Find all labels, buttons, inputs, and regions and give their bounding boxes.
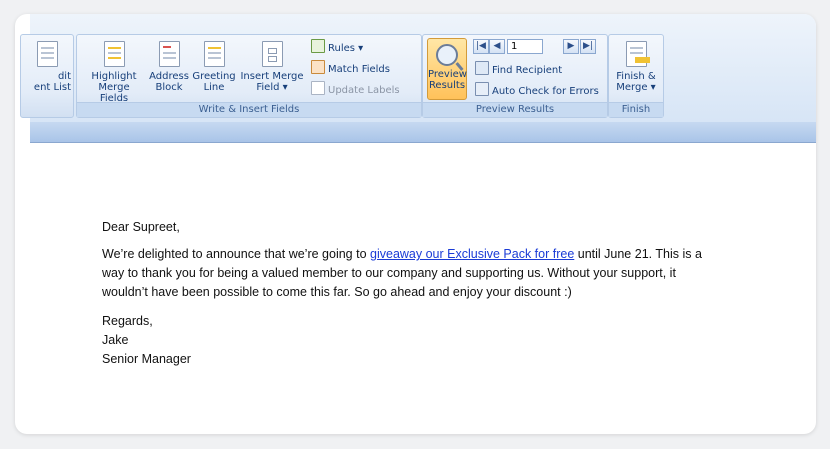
greeting-line-button[interactable]: Greeting Line: [192, 41, 236, 93]
first-record-icon: |◀: [476, 41, 486, 51]
greeting-line: Dear Supreet,: [102, 220, 180, 234]
signature-block: Regards, Jake Senior Manager: [102, 312, 702, 369]
group-label-write-insert: Write & Insert Fields: [77, 102, 421, 117]
offer-link[interactable]: giveaway our Exclusive Pack for free: [370, 247, 574, 261]
button-label-line1: dit: [57, 71, 71, 82]
last-record-button[interactable]: ▶|: [580, 39, 596, 54]
greeting-line-icon: [203, 41, 225, 67]
button-label-line2: Merge Fields: [98, 82, 130, 104]
insert-field-icon: [261, 41, 283, 67]
magnifier-icon: [436, 44, 458, 66]
address-block-icon: [158, 41, 180, 67]
group-label-preview-results: Preview Results: [423, 102, 607, 117]
match-fields-icon: [311, 60, 325, 74]
check-errors-icon: [475, 82, 489, 96]
find-recipient-icon: [475, 61, 489, 75]
ribbon-group-finish: Finish & Merge ▾ Finish: [608, 34, 664, 118]
edit-list-icon: [37, 41, 58, 67]
preview-results-button[interactable]: Preview Results: [427, 38, 467, 100]
signer-name: Jake: [102, 333, 129, 347]
update-labels-label: Update Labels: [328, 85, 400, 96]
find-recipient-button[interactable]: Find Recipient: [475, 61, 562, 77]
insert-merge-field-button[interactable]: Insert Merge Field ▾: [239, 41, 305, 93]
button-label-line2: ent List: [33, 82, 71, 93]
ribbon-group-write-insert: Highlight Merge Fields Address Block Gre…: [76, 34, 422, 118]
document-body: Dear Supreet, We’re delighted to announc…: [102, 218, 702, 377]
closing: Regards,: [102, 314, 153, 328]
button-label-line2: Line: [203, 82, 225, 93]
ribbon-group-preview-results: Preview Results |◀ ◀ 1 ▶ ▶| Find Recipie…: [422, 34, 608, 118]
update-labels-button[interactable]: Update Labels: [311, 81, 400, 97]
rules-icon: [311, 39, 325, 53]
button-label-line1: Greeting: [192, 71, 236, 82]
paragraph-text-before: We’re delighted to announce that we’re g…: [102, 247, 371, 261]
button-label-line2: Field ▾: [256, 82, 288, 93]
ribbon: dit ent List Highlight Merge Fields Addr…: [20, 14, 816, 122]
button-label-line2: Results: [428, 80, 466, 91]
next-record-button[interactable]: ▶: [563, 39, 579, 54]
group-label-finish: Finish: [609, 102, 663, 117]
previous-record-icon: ◀: [493, 41, 501, 51]
next-record-icon: ▶: [567, 41, 575, 51]
button-label-line2: Merge ▾: [616, 82, 656, 93]
match-fields-button[interactable]: Match Fields: [311, 60, 390, 76]
button-label-line1: Address: [149, 71, 189, 82]
record-number-input[interactable]: 1: [507, 39, 543, 54]
match-fields-label: Match Fields: [328, 64, 390, 75]
finish-merge-button[interactable]: Finish & Merge ▾: [612, 41, 660, 93]
auto-check-label: Auto Check for Errors: [492, 86, 599, 97]
button-label-line2: Block: [155, 82, 183, 93]
button-label-line1: Highlight: [91, 71, 137, 82]
rules-button[interactable]: Rules ▾: [311, 39, 363, 55]
highlight-fields-icon: [103, 41, 125, 67]
rules-label: Rules ▾: [328, 43, 364, 54]
find-recipient-label: Find Recipient: [492, 65, 563, 76]
finish-merge-icon: [625, 41, 650, 67]
auto-check-errors-button[interactable]: Auto Check for Errors: [475, 82, 599, 98]
ribbon-group-start: dit ent List: [20, 34, 74, 118]
button-label-line1: Insert Merge: [240, 71, 304, 82]
update-labels-icon: [311, 81, 325, 95]
address-block-button[interactable]: Address Block: [149, 41, 189, 93]
signer-title: Senior Manager: [102, 352, 191, 366]
previous-record-button[interactable]: ◀: [489, 39, 505, 54]
edit-recipient-list-button[interactable]: dit ent List: [23, 41, 71, 93]
highlight-merge-fields-button[interactable]: Highlight Merge Fields: [83, 41, 145, 104]
letter-paragraph: We’re delighted to announce that we’re g…: [102, 245, 702, 302]
last-record-icon: ▶|: [583, 41, 593, 51]
ribbon-bottom-bar: [30, 122, 816, 143]
button-label-line1: Finish &: [616, 71, 656, 82]
first-record-button[interactable]: |◀: [473, 39, 489, 54]
